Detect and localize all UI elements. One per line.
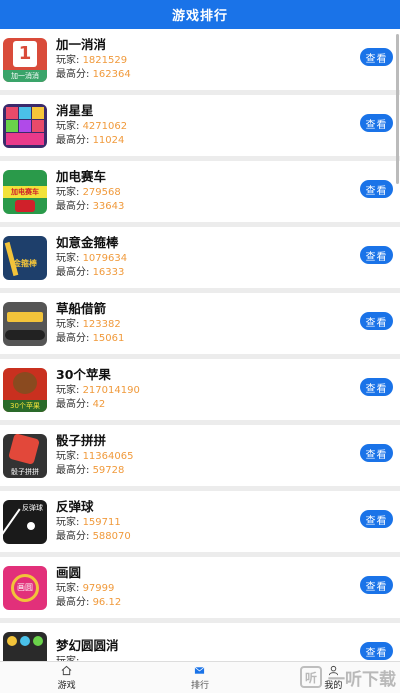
racing-car-icon: 加电赛车 bbox=[3, 169, 47, 214]
boat-arrow-icon bbox=[3, 301, 47, 346]
bounce-ball-icon: 反弹球 bbox=[3, 499, 47, 544]
best-score: 16333 bbox=[92, 267, 125, 278]
view-button[interactable]: 查看 bbox=[360, 48, 393, 66]
list-item[interactable]: 画圆 画圆 玩家: 97999 最高分: 96.12 查看 bbox=[0, 557, 400, 618]
best-score: 15061 bbox=[92, 333, 125, 344]
ranking-list[interactable]: 1 加一消消 加一消消 玩家: 1821529 最高分: 162364 查看 消… bbox=[0, 29, 400, 661]
best-score: 162364 bbox=[92, 69, 131, 80]
star-blocks-icon bbox=[3, 103, 47, 148]
players-count: 4271062 bbox=[82, 121, 128, 132]
mail-icon bbox=[195, 666, 205, 674]
list-item[interactable]: 草船借箭 玩家: 123382 最高分: 15061 查看 bbox=[0, 293, 400, 354]
players-count: 123382 bbox=[82, 319, 121, 330]
list-item[interactable]: 1 加一消消 加一消消 玩家: 1821529 最高分: 162364 查看 bbox=[0, 29, 400, 90]
list-item[interactable]: 骰子拼拼 骰子拼拼 玩家: 11364065 最高分: 59728 查看 bbox=[0, 425, 400, 486]
view-button[interactable]: 查看 bbox=[360, 312, 393, 330]
best-score: 11024 bbox=[92, 135, 125, 146]
monkey-apple-icon: 30个苹果 bbox=[3, 367, 47, 412]
game-name: 消星星 bbox=[56, 103, 94, 118]
home-icon bbox=[61, 665, 72, 675]
players-count: 159711 bbox=[82, 517, 121, 528]
players-count: 1079634 bbox=[82, 253, 128, 264]
players-count: 97999 bbox=[82, 583, 115, 594]
game-name: 骰子拼拼 bbox=[56, 433, 107, 448]
players-count: 279568 bbox=[82, 187, 121, 198]
list-item[interactable]: 加电赛车 加电赛车 玩家: 279568 最高分: 33643 查看 bbox=[0, 161, 400, 222]
best-score: 42 bbox=[92, 399, 106, 410]
game-name: 加一消消 bbox=[56, 37, 107, 52]
view-button[interactable]: 查看 bbox=[360, 378, 393, 396]
best-score: 588070 bbox=[92, 531, 131, 542]
view-button[interactable]: 查看 bbox=[360, 180, 393, 198]
game-name: 反弹球 bbox=[56, 499, 94, 514]
view-button[interactable]: 查看 bbox=[360, 114, 393, 132]
list-item[interactable]: 梦幻圆圆消 玩家: 查看 bbox=[0, 623, 400, 661]
scrollbar[interactable] bbox=[396, 34, 399, 184]
tab-games[interactable]: 游戏 bbox=[0, 662, 133, 693]
watermark: 听 一听下载 bbox=[282, 661, 400, 693]
players-count: 217014190 bbox=[82, 385, 140, 396]
game-name: 草船借箭 bbox=[56, 301, 107, 316]
page-header: 游戏排行 bbox=[0, 0, 400, 29]
list-item[interactable]: 反弹球 反弹球 玩家: 159711 最高分: 588070 查看 bbox=[0, 491, 400, 552]
plus-one-icon: 1 加一消消 bbox=[3, 37, 47, 82]
tab-ranking[interactable]: 排行 bbox=[133, 662, 266, 693]
view-button[interactable]: 查看 bbox=[360, 642, 393, 660]
game-name: 如意金箍棒 bbox=[56, 235, 119, 250]
watermark-logo-icon: 听 bbox=[300, 666, 322, 688]
best-score: 96.12 bbox=[92, 597, 122, 608]
draw-circle-icon: 画圆 bbox=[3, 565, 47, 610]
game-name: 30个苹果 bbox=[56, 367, 111, 382]
best-score: 33643 bbox=[92, 201, 125, 212]
list-item[interactable]: 消星星 玩家: 4271062 最高分: 11024 查看 bbox=[0, 95, 400, 156]
list-item[interactable]: 金箍棒 如意金箍棒 玩家: 1079634 最高分: 16333 查看 bbox=[0, 227, 400, 288]
list-item[interactable]: 30个苹果 30个苹果 玩家: 217014190 最高分: 42 查看 bbox=[0, 359, 400, 420]
dream-circles-icon bbox=[3, 631, 47, 661]
dice-icon: 骰子拼拼 bbox=[3, 433, 47, 478]
players-count: 1821529 bbox=[82, 55, 128, 66]
game-name: 加电赛车 bbox=[56, 169, 107, 184]
players-count: 11364065 bbox=[82, 451, 134, 462]
golden-staff-icon: 金箍棒 bbox=[3, 235, 47, 280]
view-button[interactable]: 查看 bbox=[360, 246, 393, 264]
game-name: 画圆 bbox=[56, 565, 82, 580]
view-button[interactable]: 查看 bbox=[360, 576, 393, 594]
game-name: 梦幻圆圆消 bbox=[56, 638, 119, 653]
page-title: 游戏排行 bbox=[171, 9, 228, 24]
best-score: 59728 bbox=[92, 465, 125, 476]
watermark-text: 一听下载 bbox=[328, 669, 396, 690]
view-button[interactable]: 查看 bbox=[360, 510, 393, 528]
view-button[interactable]: 查看 bbox=[360, 444, 393, 462]
